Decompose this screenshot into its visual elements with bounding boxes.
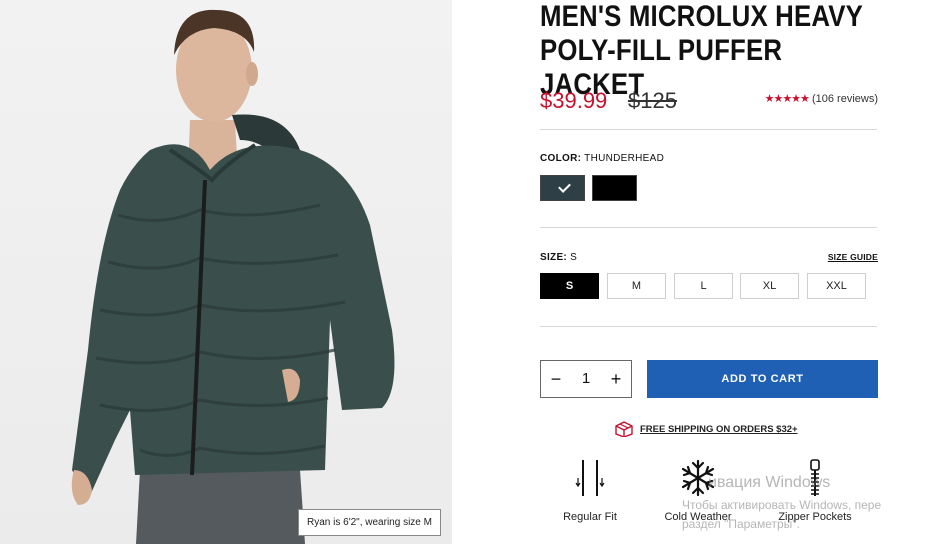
size-guide-link[interactable]: SIZE GUIDE xyxy=(828,252,878,262)
windows-activation-watermark: ивация Windows xyxy=(708,474,831,491)
color-label: COLOR: THUNDERHEAD xyxy=(540,153,664,164)
divider xyxy=(540,227,877,228)
model-illustration xyxy=(71,9,395,544)
rating[interactable]: ★★★★★ (106 reviews) xyxy=(765,92,878,105)
size-label-title: SIZE: xyxy=(540,252,568,263)
model-caption: Ryan is 6'2", wearing size M xyxy=(298,509,441,536)
size-option-xxl[interactable]: XXL xyxy=(807,273,866,299)
quantity-value[interactable]: 1 xyxy=(575,361,597,397)
free-shipping-link[interactable]: FREE SHIPPING ON ORDERS $32+ xyxy=(614,421,814,437)
windows-activation-watermark: Чтобы активировать Windows, пере xyxy=(682,498,882,512)
quantity-stepper: − 1 + xyxy=(540,360,632,398)
size-option-l[interactable]: L xyxy=(674,273,733,299)
size-value: S xyxy=(570,252,578,263)
divider xyxy=(540,129,877,130)
sale-price: $39.99 xyxy=(540,88,608,113)
review-count[interactable]: (106 reviews) xyxy=(812,93,878,105)
color-value: THUNDERHEAD xyxy=(584,153,665,164)
quantity-increase-button[interactable]: + xyxy=(605,361,627,397)
star-rating-icon: ★★★★★ xyxy=(764,93,810,105)
free-shipping-text[interactable]: FREE SHIPPING ON ORDERS $32+ xyxy=(640,424,798,435)
swatch-black[interactable] xyxy=(592,175,637,201)
windows-activation-watermark: раздел "Параметры". xyxy=(682,517,800,531)
size-option-m[interactable]: M xyxy=(607,273,666,299)
swatch-thunderhead[interactable] xyxy=(540,175,585,201)
add-to-cart-button[interactable]: ADD TO CART xyxy=(647,360,878,398)
box-icon xyxy=(615,421,633,437)
size-selector: S M L XL XXL xyxy=(540,273,878,299)
regular-fit-icon xyxy=(575,460,605,496)
quantity-decrease-button[interactable]: − xyxy=(545,361,567,397)
feature-label: Regular Fit xyxy=(563,511,617,523)
size-option-s[interactable]: S xyxy=(540,273,599,299)
price-row: $39.99 $125 ★★★★★ (106 reviews) xyxy=(540,86,878,116)
product-photo[interactable]: Ryan is 6'2", wearing size M xyxy=(0,0,452,544)
size-label: SIZE: S xyxy=(540,252,577,263)
feature-regular-fit: Regular Fit xyxy=(540,458,640,523)
color-label-title: COLOR: xyxy=(540,153,582,164)
divider xyxy=(540,326,877,327)
size-option-xl[interactable]: XL xyxy=(740,273,799,299)
product-details: MEN'S MICROLUX HEAVY POLY-FILL PUFFER JA… xyxy=(540,0,878,544)
original-price: $125 xyxy=(628,88,677,113)
